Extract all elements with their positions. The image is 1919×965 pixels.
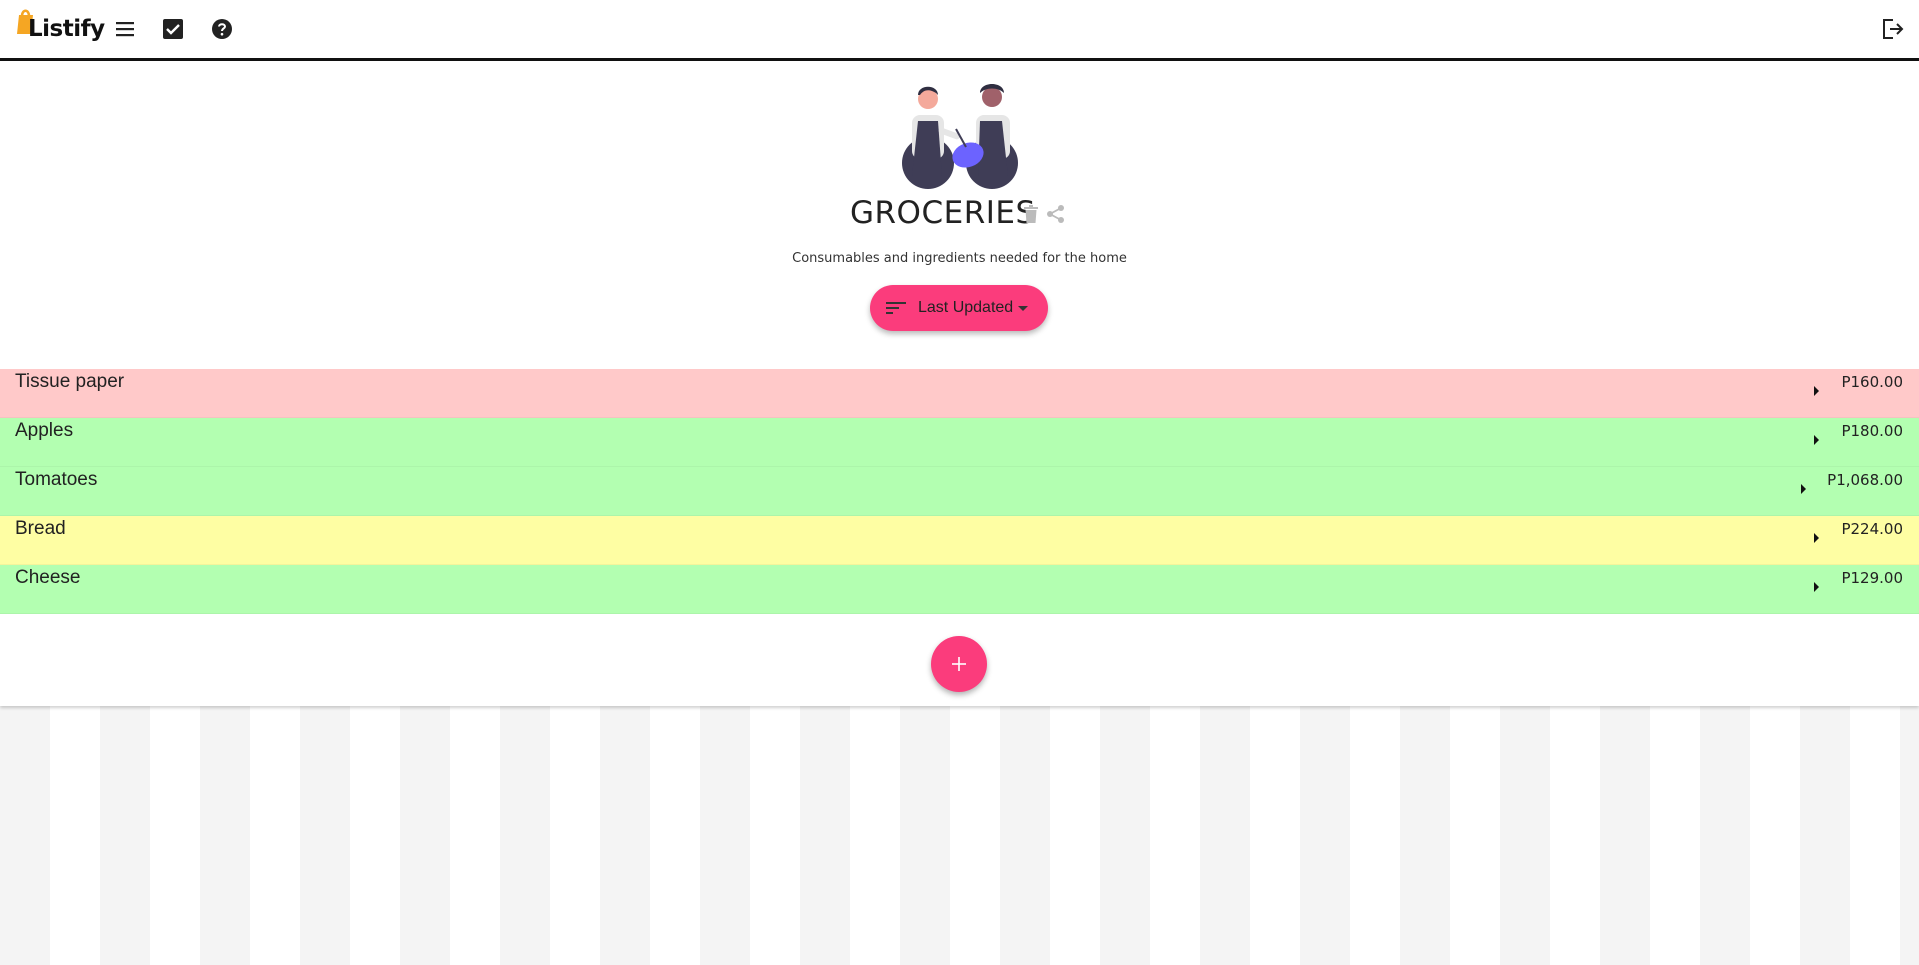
item-price: P224.00 <box>1841 520 1903 538</box>
item-name: Apples <box>15 420 74 441</box>
listify-logo[interactable]: Listify <box>16 6 105 46</box>
top-app-bar: Listify <box>0 0 1919 61</box>
app-name: Listify <box>28 16 105 42</box>
trash-icon[interactable] <box>1023 205 1039 223</box>
expand-arrow-icon[interactable] <box>1801 484 1806 494</box>
list-title: GROCERIES <box>850 195 1036 231</box>
plus-icon <box>952 657 966 671</box>
item-price: P1,068.00 <box>1827 471 1903 489</box>
item-name: Tomatoes <box>15 469 98 490</box>
expand-arrow-icon[interactable] <box>1814 582 1819 592</box>
expand-arrow-icon[interactable] <box>1814 435 1819 445</box>
list-card: GROCERIES Consumables and ingredients ne… <box>0 61 1919 706</box>
item-name: Cheese <box>15 567 81 588</box>
menu-icon <box>116 22 134 37</box>
item-name: Bread <box>15 518 66 539</box>
list-title-row: GROCERIES <box>0 195 1919 235</box>
list-item[interactable]: Apples P180.00 <box>0 418 1919 467</box>
logout-button[interactable] <box>1878 14 1908 44</box>
item-name: Tissue paper <box>15 371 125 392</box>
expand-arrow-icon[interactable] <box>1814 386 1819 396</box>
sort-label: Last Updated <box>918 299 1014 316</box>
list-item[interactable]: Cheese P129.00 <box>0 565 1919 614</box>
help-icon <box>212 19 232 39</box>
item-list: Tissue paper P160.00 Apples P180.00 Toma… <box>0 369 1919 614</box>
help-button[interactable] <box>207 14 237 44</box>
list-item[interactable]: Tomatoes P1,068.00 <box>0 467 1919 516</box>
item-price: P129.00 <box>1841 569 1903 587</box>
logout-icon <box>1883 19 1904 39</box>
sort-button[interactable]: Last Updated <box>870 285 1048 331</box>
item-price: P160.00 <box>1841 373 1903 391</box>
expand-arrow-icon[interactable] <box>1814 533 1819 543</box>
checklist-button[interactable] <box>158 14 188 44</box>
list-description: Consumables and ingredients needed for t… <box>792 251 1127 266</box>
share-icon[interactable] <box>1046 204 1066 224</box>
item-price: P180.00 <box>1841 422 1903 440</box>
list-item[interactable]: Tissue paper P160.00 <box>0 369 1919 418</box>
menu-button[interactable] <box>110 14 140 44</box>
sort-icon <box>886 302 906 314</box>
checkbox-icon <box>163 19 183 39</box>
list-item[interactable]: Bread P224.00 <box>0 516 1919 565</box>
add-item-button[interactable] <box>931 636 987 692</box>
cooking-people-illustration <box>902 84 1018 189</box>
caret-down-icon <box>1018 306 1028 311</box>
